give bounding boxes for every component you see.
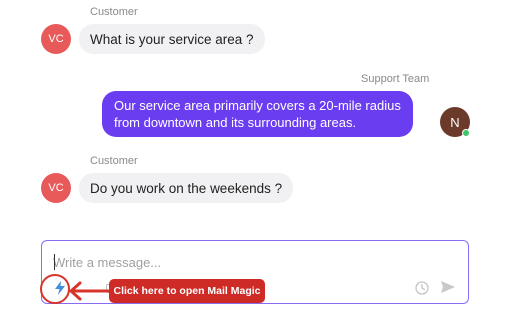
customer-message-bubble: Do you work on the weekends ? [79,173,294,203]
sender-label-customer: Customer [90,155,138,167]
customer-avatar: VC [41,173,71,203]
online-status-dot [462,129,470,137]
customer-avatar: VC [41,24,71,54]
text-caret [54,254,55,270]
customer-message-bubble: What is your service area ? [79,24,265,54]
agent-message-bubble: Our service area primarily covers a 20-m… [102,91,413,137]
send-arrow-icon[interactable] [440,279,456,295]
clock-icon[interactable] [415,281,429,295]
message-input[interactable] [53,254,353,270]
annotation-callout: Click here to open Mail Magic [109,279,265,303]
agent-message-line-2: from downtown and its surrounding areas. [114,115,357,130]
sender-label-support-team: Support Team [361,73,430,85]
agent-message-line-1: Our service area primarily covers a 20-m… [114,98,401,113]
sender-label-customer: Customer [90,6,138,18]
